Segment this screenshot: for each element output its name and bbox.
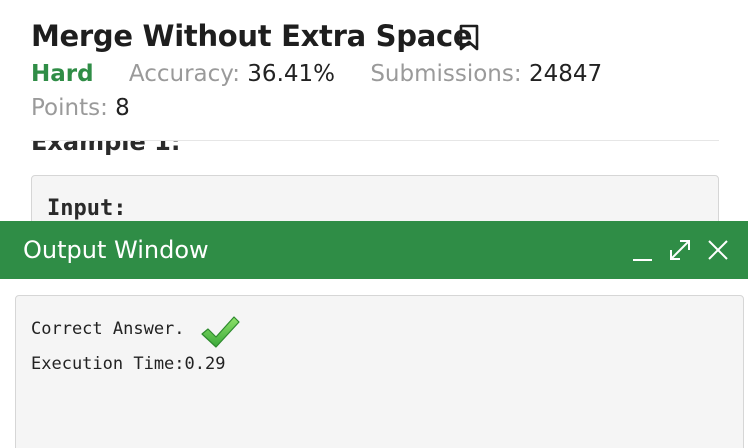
checkmark-icon bbox=[199, 314, 241, 350]
problem-meta: Hard Accuracy: 36.41% Submissions: 24847 bbox=[31, 56, 630, 92]
output-console: Correct Answer. Execution Time:0.29 bbox=[15, 295, 744, 448]
difficulty-badge: Hard bbox=[31, 61, 94, 87]
submissions-label: Submissions: bbox=[370, 61, 522, 87]
execution-time: Execution Time:0.29 bbox=[31, 354, 226, 374]
problem-points: Points: 8 bbox=[31, 90, 158, 126]
example-input-label: Input: bbox=[47, 196, 127, 221]
accuracy-label: Accuracy: bbox=[128, 61, 240, 87]
points-label: Points: bbox=[31, 95, 108, 121]
result-text: Correct Answer. bbox=[31, 319, 185, 339]
minimize-icon[interactable] bbox=[629, 236, 657, 264]
divider bbox=[31, 140, 719, 141]
close-icon[interactable] bbox=[704, 236, 732, 264]
output-window: Output Window Correct Answer. Execution … bbox=[0, 221, 748, 448]
output-window-header: Output Window bbox=[0, 221, 748, 279]
problem-title: Merge Without Extra Space bbox=[31, 19, 473, 53]
submissions-value: 24847 bbox=[528, 61, 603, 87]
expand-icon[interactable] bbox=[666, 236, 694, 264]
output-window-title: Output Window bbox=[23, 236, 209, 264]
points-value: 8 bbox=[115, 95, 130, 121]
example-heading: Example 1: bbox=[31, 128, 181, 156]
accuracy-value: 36.41% bbox=[247, 61, 335, 87]
bookmark-icon[interactable] bbox=[457, 24, 481, 52]
